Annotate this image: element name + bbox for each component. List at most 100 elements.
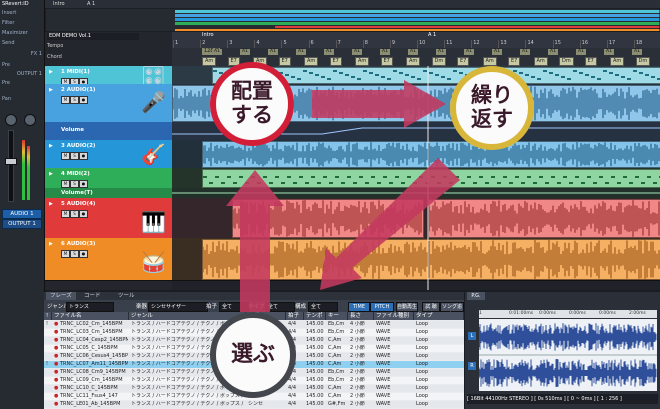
mute-button[interactable]: M xyxy=(61,250,70,258)
mute-button[interactable]: M xyxy=(61,180,70,188)
pitch-button[interactable]: PITCH xyxy=(370,302,394,312)
solo-button[interactable]: S xyxy=(70,180,79,188)
timeline-ruler[interactable]: Intro A 1 1 2 3 4 5 6 7 8 9 10 11 12 13 14 15 16 17 18 xyxy=(172,32,660,49)
ruler-bar-number[interactable]: 16 xyxy=(579,40,588,48)
chord-chip[interactable]: Dm xyxy=(635,57,651,66)
track-volume-automation[interactable]: Volume xyxy=(45,122,172,141)
preview-ruler[interactable]: 1 0:01:00ms 0:00ms 0:00ms 0:00ms 2:00ms xyxy=(479,310,657,318)
track-audio-3[interactable]: ▶ 6 AUDIO(3) M S ● 🥁 xyxy=(45,238,172,281)
chord-chip[interactable]: E7 xyxy=(584,57,597,66)
output-slot[interactable]: OUTPUT 1 xyxy=(2,71,42,78)
play-icon[interactable]: ● xyxy=(54,321,60,327)
preview-waveform[interactable] xyxy=(479,319,657,391)
ruler-bar-number[interactable]: 10 xyxy=(417,40,425,48)
autoplay-button[interactable]: 自動再生 xyxy=(396,302,418,312)
tab-tool[interactable]: ツール xyxy=(114,292,139,300)
expand-icon[interactable]: ▶ xyxy=(49,87,53,93)
ruler-bar-number[interactable]: 17 xyxy=(606,40,615,48)
ruler-bar-number[interactable]: 13 xyxy=(498,40,507,48)
column-header[interactable]: 長さ xyxy=(348,312,374,320)
ruler-bar-number[interactable]: 15 xyxy=(552,40,561,48)
ruler-bar-number[interactable]: 12 xyxy=(471,40,480,48)
chord-chip[interactable]: E7 xyxy=(380,57,393,66)
intro-marker[interactable]: Intro xyxy=(202,32,214,38)
mute-button[interactable]: M xyxy=(61,152,70,160)
track-audio-1[interactable]: ▶ 2 AUDIO(1) M S ● 🎤 xyxy=(45,84,172,123)
play-icon[interactable]: ● xyxy=(54,361,60,367)
add-to-song-button[interactable]: ソング追加 xyxy=(440,302,464,318)
a1-marker[interactable]: A 1 xyxy=(428,32,436,38)
chord-chip[interactable]: Am xyxy=(482,57,497,66)
send-section-label[interactable]: Send xyxy=(2,40,42,47)
section-chip[interactable]: A1 xyxy=(380,49,390,55)
expand-icon[interactable]: ▶ xyxy=(49,143,53,149)
time-button[interactable]: TIME xyxy=(348,302,370,312)
chord-chip[interactable]: E7 xyxy=(457,57,470,66)
chord-chip[interactable]: E7 xyxy=(329,57,342,66)
record-button[interactable]: ● xyxy=(79,152,88,160)
mute-button[interactable]: M xyxy=(61,96,70,104)
pg-button[interactable]: P.G. xyxy=(467,292,485,300)
chord-chip[interactable]: Am xyxy=(304,57,319,66)
chord-chip[interactable]: Dm xyxy=(559,57,574,66)
ruler-bar-number[interactable]: 14 xyxy=(525,40,534,48)
section-chip[interactable]: A1 xyxy=(520,49,530,55)
play-icon[interactable]: ● xyxy=(54,337,60,343)
type-select[interactable]: 全て xyxy=(265,302,295,312)
section-chip[interactable]: A1 xyxy=(408,49,418,55)
column-header[interactable]: ! xyxy=(44,312,52,320)
solo-button[interactable]: S xyxy=(70,250,79,258)
expand-icon[interactable]: ▶ xyxy=(49,69,53,75)
tab-chord[interactable]: コード xyxy=(80,292,105,300)
play-icon[interactable]: ● xyxy=(54,353,60,359)
table-row[interactable]: ● TRNC_LE01_Ab_145BPM トランス / ハードコアテクノ / テ… xyxy=(44,401,464,408)
section-chip[interactable]: A1 xyxy=(632,49,642,55)
play-icon[interactable]: ● xyxy=(54,377,60,383)
track-audio-2[interactable]: ▶ 3 AUDIO(2) M S ● 🎸 xyxy=(45,140,172,169)
chord-chip[interactable]: Dm xyxy=(431,57,447,66)
play-icon[interactable]: ● xyxy=(54,345,60,351)
play-icon[interactable]: ● xyxy=(54,401,60,407)
record-button[interactable]: ● xyxy=(79,210,88,218)
audio-input-button[interactable]: AUDIO 1 xyxy=(2,209,42,219)
genre-select[interactable]: トランス xyxy=(66,302,114,312)
play-icon[interactable]: ● xyxy=(54,329,60,335)
column-header[interactable]: タイプ xyxy=(414,312,464,320)
track-audio-4[interactable]: ▶ 5 AUDIO(4) M S ● 🎹 xyxy=(45,198,172,239)
ruler-bar-number[interactable]: 8 xyxy=(362,40,368,48)
output-button[interactable]: OUTPUT 1 xyxy=(2,219,42,229)
section-chip[interactable]: A1 xyxy=(268,49,278,55)
ruler-bar-number[interactable]: 3 xyxy=(227,40,232,48)
ruler-bar-number[interactable]: 4 xyxy=(254,40,260,48)
ruler-bar-number[interactable]: 9 xyxy=(389,40,395,48)
volume-fader-handle[interactable] xyxy=(5,158,17,165)
send-slot[interactable]: Maximizer xyxy=(2,30,42,37)
song-overview[interactable]: Intro A 1 xyxy=(45,0,660,33)
chord-chip[interactable]: Am xyxy=(202,57,217,66)
track-midi-1[interactable]: ▶ 1 MIDI(1) M S ● 🎛 xyxy=(45,66,172,86)
section-chip[interactable]: A1 xyxy=(464,49,474,55)
ruler-bar-number[interactable]: 18 xyxy=(633,40,642,48)
ruler-bar-number[interactable]: 5 xyxy=(281,40,287,48)
column-header[interactable]: 拍子 xyxy=(286,312,304,320)
expand-icon[interactable]: ▶ xyxy=(49,201,53,207)
section-chip[interactable]: A1 xyxy=(352,49,362,55)
chord-chip[interactable]: Am xyxy=(355,57,370,66)
section-chip[interactable]: A1 xyxy=(436,49,446,55)
expand-icon[interactable]: ▶ xyxy=(49,171,53,177)
column-header[interactable]: ファイル名 xyxy=(52,312,129,320)
chord-chip[interactable]: Am xyxy=(533,57,548,66)
record-button[interactable]: ● xyxy=(79,180,88,188)
song-title[interactable]: EDM DEMO Vol.1 xyxy=(47,33,139,40)
expand-icon[interactable]: ▶ xyxy=(49,241,53,247)
send-knob[interactable] xyxy=(24,114,36,126)
section-chip[interactable]: A1 xyxy=(296,49,306,55)
section-chip[interactable]: A1 xyxy=(240,49,250,55)
chord-chip[interactable]: E7 xyxy=(508,57,521,66)
tab-phrase[interactable]: フレーズ xyxy=(46,292,76,300)
track-midi-2[interactable]: ▶ 4 MIDI(2) M S ● xyxy=(45,168,172,189)
ruler-bar-number[interactable]: 1 xyxy=(173,40,178,48)
chord-chip[interactable]: Am xyxy=(406,57,421,66)
ruler-bar-number[interactable]: 2 xyxy=(200,40,205,48)
section-chip[interactable]: A1 xyxy=(324,49,334,55)
